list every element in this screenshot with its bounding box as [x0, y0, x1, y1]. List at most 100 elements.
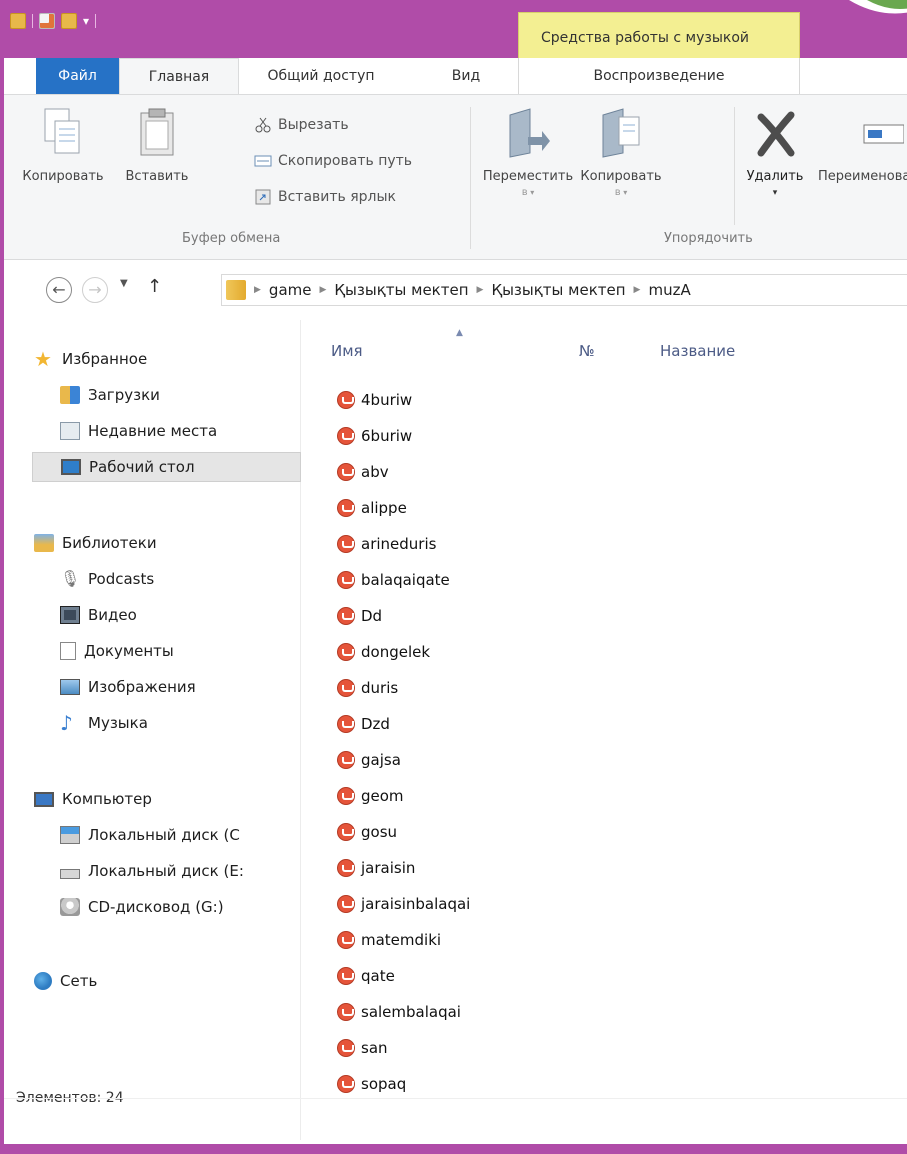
cd-drive-icon — [60, 898, 80, 916]
nav-libraries[interactable]: Библиотеки — [34, 528, 157, 558]
nav-documents[interactable]: Документы — [60, 636, 174, 666]
list-item[interactable]: matemdiki — [337, 922, 441, 958]
list-item[interactable]: jaraisin — [337, 850, 415, 886]
list-item[interactable]: jaraisinbalaqai — [337, 886, 470, 922]
cut-button[interactable]: Вырезать — [254, 117, 349, 133]
folder-icon[interactable] — [10, 13, 26, 29]
list-item[interactable]: dongelek — [337, 634, 430, 670]
move-to-button[interactable]: Переместить в ▾ — [482, 107, 574, 199]
music-icon: ♪ — [60, 711, 73, 735]
paste-button[interactable]: Вставить — [121, 107, 193, 184]
music-file-icon — [337, 499, 355, 517]
nav-podcasts[interactable]: 🎙 Podcasts — [60, 564, 154, 594]
list-item[interactable]: duris — [337, 670, 398, 706]
paste-shortcut-icon — [254, 189, 272, 205]
rename-icon — [860, 107, 905, 159]
list-item[interactable]: san — [337, 1030, 388, 1066]
music-file-icon — [337, 535, 355, 553]
breadcrumb-folder-1[interactable]: Қызықты мектеп — [334, 281, 468, 299]
explorer-window: ▾ Средства работы с музыкой Файл Главная… — [4, 0, 907, 1154]
tab-share[interactable]: Общий доступ — [256, 58, 386, 94]
title-bar: ▾ Средства работы с музыкой — [4, 0, 907, 58]
up-icon[interactable]: ↑ — [147, 276, 162, 297]
desktop-icon — [61, 459, 81, 475]
column-header-number[interactable]: № — [579, 342, 595, 360]
copy-path-button[interactable]: Скопировать путь — [254, 153, 412, 169]
list-item[interactable]: arineduris — [337, 526, 436, 562]
paste-shortcut-button[interactable]: Вставить ярлык — [254, 189, 396, 205]
list-item[interactable]: Dzd — [337, 706, 390, 742]
nav-computer[interactable]: Компьютер — [34, 784, 152, 814]
breadcrumb-muza[interactable]: muzA — [648, 281, 690, 299]
music-file-icon — [337, 823, 355, 841]
list-item[interactable]: 4buriw — [337, 382, 412, 418]
properties-icon[interactable] — [39, 13, 55, 29]
list-item[interactable]: salembalaqai — [337, 994, 461, 1030]
nav-cd-drive[interactable]: CD-дисковод (G:) — [60, 892, 224, 922]
clipboard-group-label: Буфер обмена — [182, 231, 281, 246]
disk-icon — [60, 826, 80, 844]
scissors-icon — [254, 117, 272, 133]
column-header-title[interactable]: Название — [660, 342, 735, 360]
list-item[interactable]: gajsa — [337, 742, 401, 778]
nav-video[interactable]: Видео — [60, 600, 137, 630]
tab-home[interactable]: Главная — [119, 58, 239, 94]
nav-disk-e[interactable]: Локальный диск (E: — [60, 856, 301, 886]
window-bottom-border — [4, 1144, 907, 1154]
paste-label: Вставить — [125, 169, 189, 184]
video-icon — [60, 606, 80, 624]
music-file-icon — [337, 787, 355, 805]
breadcrumb-game[interactable]: game — [269, 281, 312, 299]
nav-favorites[interactable]: ★ Избранное — [34, 344, 147, 374]
ribbon: Копировать Вставить Вырезать Скопировать… — [4, 94, 907, 260]
music-file-icon — [337, 1039, 355, 1057]
list-item[interactable]: qate — [337, 958, 395, 994]
sort-ascending-icon: ▲ — [456, 328, 463, 338]
list-item[interactable]: Dd — [337, 598, 382, 634]
delete-button[interactable]: Удалить ▾ — [740, 107, 810, 199]
list-item[interactable]: sopaq — [337, 1066, 406, 1102]
list-item[interactable]: gosu — [337, 814, 397, 850]
music-file-icon — [337, 607, 355, 625]
corner-decoration — [849, 0, 907, 14]
forward-icon[interactable]: → — [82, 277, 108, 303]
music-file-icon — [337, 571, 355, 589]
music-file-icon — [337, 463, 355, 481]
ribbon-tabs: Файл Главная Общий доступ Вид Воспроизве… — [4, 58, 907, 94]
nav-music[interactable]: ♪ Музыка — [60, 708, 148, 738]
address-bar-row: ← → ▼ ↑ ▶ game ▶ Қызықты мектеп ▶ Қызықт… — [4, 260, 907, 320]
organize-group-label: Упорядочить — [664, 231, 753, 246]
nav-downloads[interactable]: Загрузки — [60, 380, 160, 410]
music-file-icon — [337, 1075, 355, 1093]
nav-recent-places[interactable]: Недавние места — [60, 416, 217, 446]
back-icon[interactable]: ← — [46, 277, 72, 303]
recent-locations-icon[interactable]: ▼ — [120, 278, 128, 289]
dropdown-icon[interactable]: ▾ — [83, 14, 89, 28]
copy-button[interactable]: Копировать — [8, 107, 118, 184]
tab-file[interactable]: Файл — [36, 58, 119, 94]
tab-playback[interactable]: Воспроизведение — [518, 58, 800, 94]
list-item[interactable]: abv — [337, 454, 389, 490]
list-item[interactable]: geom — [337, 778, 404, 814]
file-list: Имя ▲ № Название 4buriw 6buriw abv alipp… — [301, 320, 907, 1140]
new-folder-icon[interactable] — [61, 13, 77, 29]
move-to-icon — [506, 107, 550, 159]
nav-desktop[interactable]: Рабочий стол — [32, 452, 301, 482]
music-file-icon — [337, 715, 355, 733]
rename-button[interactable]: Переименовать — [818, 107, 907, 184]
tab-view[interactable]: Вид — [436, 58, 496, 94]
copy-to-button[interactable]: Копировать в ▾ — [576, 107, 666, 199]
music-file-icon — [337, 967, 355, 985]
copy-label: Копировать — [22, 169, 104, 184]
list-item[interactable]: 6buriw — [337, 418, 412, 454]
context-tab-title: Средства работы с музыкой — [518, 12, 800, 58]
nav-disk-c[interactable]: Локальный диск (C — [60, 820, 301, 850]
nav-images[interactable]: Изображения — [60, 672, 196, 702]
nav-network[interactable]: Сеть — [34, 966, 97, 996]
breadcrumb-folder-2[interactable]: Қызықты мектеп — [491, 281, 625, 299]
music-file-icon — [337, 931, 355, 949]
list-item[interactable]: balaqaiqate — [337, 562, 450, 598]
column-header-name[interactable]: Имя ▲ — [331, 328, 463, 360]
list-item[interactable]: alippe — [337, 490, 407, 526]
address-field[interactable]: ▶ game ▶ Қызықты мектеп ▶ Қызықты мектеп… — [221, 274, 907, 306]
